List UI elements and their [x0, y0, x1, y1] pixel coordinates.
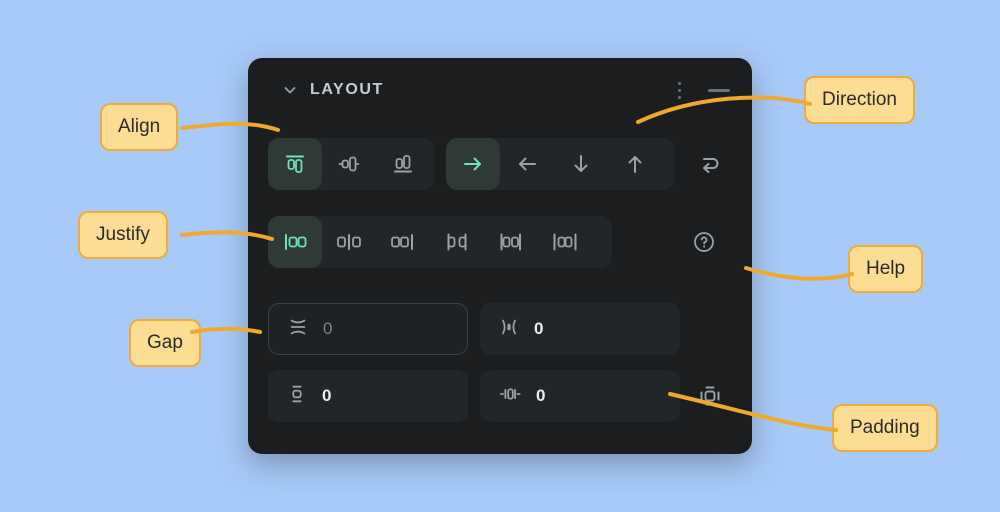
direction-segmented-control: [446, 138, 674, 190]
direction-column-reverse-button[interactable]: [608, 138, 662, 190]
direction-row-reverse-button[interactable]: [500, 138, 554, 190]
callout-direction-label: Direction: [822, 89, 897, 110]
padding-horizontal-icon: [498, 383, 522, 410]
direction-row-button[interactable]: [446, 138, 500, 190]
callout-align-label: Align: [118, 116, 161, 137]
align-start-button[interactable]: [268, 138, 322, 190]
callout-justify: Justify: [78, 211, 168, 259]
callout-gap: Gap: [129, 319, 201, 367]
help-circle-icon[interactable]: [682, 220, 726, 264]
screenshot-canvas: LAYOUT 0 0 0 0 Align Justify Gap Directi…: [0, 0, 1000, 512]
justify-space-around-button[interactable]: [484, 216, 538, 268]
align-center-button[interactable]: [322, 138, 376, 190]
panel-header: LAYOUT: [248, 58, 752, 122]
padding-vertical-icon: [286, 383, 308, 410]
align-end-button[interactable]: [376, 138, 430, 190]
chevron-down-icon[interactable]: [282, 82, 298, 98]
callout-padding: Padding: [832, 404, 938, 452]
justify-center-button[interactable]: [322, 216, 376, 268]
callout-align: Align: [100, 103, 179, 151]
gap-horizontal-field[interactable]: 0: [480, 303, 680, 355]
gap-vertical-field[interactable]: 0: [268, 303, 468, 355]
page-title: LAYOUT: [310, 81, 384, 98]
callout-help: Help: [848, 245, 924, 293]
padding-all-icon[interactable]: [688, 374, 732, 418]
padding-horizontal-value: 0: [536, 386, 546, 405]
panel-header-actions: [670, 58, 730, 122]
direction-column-button[interactable]: [554, 138, 608, 190]
kebab-menu-icon[interactable]: [670, 78, 688, 102]
gap-vertical-value: 0: [323, 319, 333, 338]
gap-horizontal-value: 0: [534, 319, 544, 338]
padding-horizontal-field[interactable]: 0: [480, 370, 680, 422]
layout-panel: LAYOUT 0 0 0 0: [248, 58, 752, 454]
justify-flex-end-button[interactable]: [376, 216, 430, 268]
callout-padding-label: Padding: [850, 417, 920, 438]
justify-flex-start-button[interactable]: [268, 216, 322, 268]
gap-horizontal-icon: [498, 316, 520, 343]
padding-vertical-field[interactable]: 0: [268, 370, 468, 422]
gap-vertical-icon: [287, 316, 309, 343]
callout-gap-label: Gap: [147, 332, 183, 353]
callout-justify-label: Justify: [96, 224, 150, 245]
align-segmented-control: [268, 138, 434, 190]
justify-space-between-button[interactable]: [430, 216, 484, 268]
minimize-dash-icon[interactable]: [708, 88, 730, 92]
justify-segmented-control: [268, 216, 612, 268]
callout-help-label: Help: [866, 258, 906, 279]
wrap-icon[interactable]: [688, 142, 732, 186]
callout-direction: Direction: [804, 76, 915, 124]
justify-space-evenly-button[interactable]: [538, 216, 592, 268]
padding-vertical-value: 0: [322, 386, 332, 405]
